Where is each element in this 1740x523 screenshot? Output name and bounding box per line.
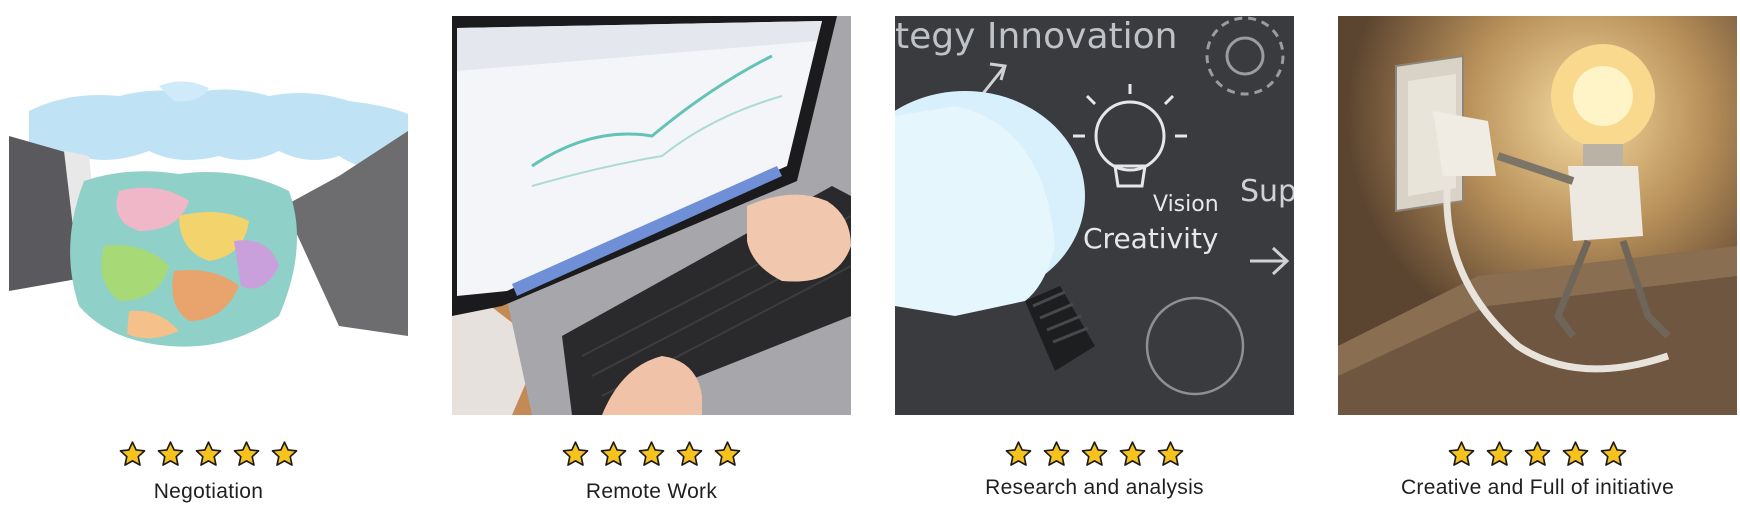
star-icon — [1080, 440, 1109, 470]
skill-card-remote-work: Remote Work — [452, 16, 851, 516]
star-icon — [637, 440, 666, 470]
rating-stars — [9, 440, 408, 470]
star-icon — [675, 440, 704, 470]
star-icon — [1447, 440, 1476, 470]
star-icon — [1599, 440, 1628, 470]
skill-label: Research and analysis — [985, 476, 1204, 499]
star-icon — [1561, 440, 1590, 470]
skill-label: Negotiation — [153, 480, 264, 503]
star-icon — [1042, 440, 1071, 470]
skill-card-creative: Creative and Full of initiative — [1338, 16, 1737, 516]
star-icon — [1118, 440, 1147, 470]
star-icon — [1485, 440, 1514, 470]
skill-label: Remote Work — [585, 480, 718, 503]
rating-stars — [1338, 440, 1737, 470]
star-icon — [194, 440, 223, 470]
star-icon — [156, 440, 185, 470]
star-icon — [1004, 440, 1033, 470]
star-icon — [270, 440, 299, 470]
rating-stars — [452, 440, 851, 470]
chalkboard-lightbulb-image: tegy Innovation Vision Creativity Sup — [895, 16, 1294, 415]
star-icon — [232, 440, 261, 470]
star-icon — [561, 440, 590, 470]
skill-card-research: tegy Innovation Vision Creativity Sup Re… — [895, 16, 1294, 516]
skill-card-negotiation: Negotiation — [9, 16, 408, 516]
star-icon — [713, 440, 742, 470]
laptop-typing-image — [452, 16, 851, 415]
lightbulb-robot-image — [1338, 16, 1737, 415]
star-icon — [118, 440, 147, 470]
star-icon — [599, 440, 628, 470]
chalk-heading-text: tegy Innovation — [895, 16, 1177, 57]
star-icon — [1156, 440, 1185, 470]
star-icon — [1523, 440, 1552, 470]
chalk-vision-text: Vision — [1153, 192, 1219, 217]
rating-stars — [895, 440, 1294, 470]
handshake-world-map-image — [9, 16, 408, 415]
chalk-side-text: Sup — [1240, 174, 1294, 209]
chalk-creativity-text: Creativity — [1083, 222, 1219, 255]
skill-label: Creative and Full of initiative — [1400, 476, 1675, 499]
